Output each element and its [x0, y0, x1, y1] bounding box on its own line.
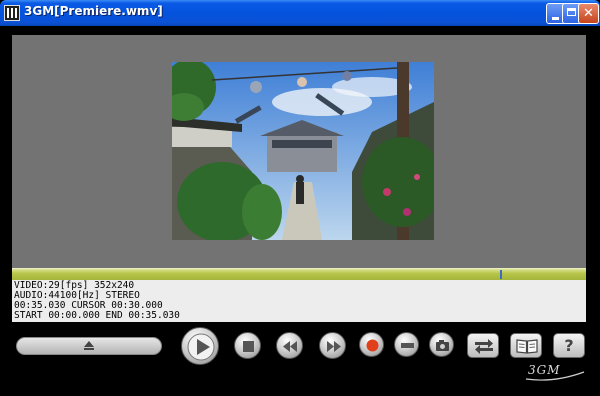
fast-forward-icon: [327, 341, 341, 352]
eject-icon[interactable]: [84, 341, 94, 350]
brand-logo: 3GM: [524, 363, 586, 383]
title-bar[interactable]: 3GM[Premiere.wmv] ✕: [0, 0, 600, 26]
rewind-button[interactable]: [276, 332, 303, 359]
manual-button[interactable]: [510, 333, 542, 358]
swap-button[interactable]: [467, 333, 499, 358]
maximize-icon: [567, 8, 576, 16]
swap-icon: [475, 339, 493, 354]
record-icon: [366, 339, 379, 352]
seek-handle[interactable]: [500, 270, 502, 279]
video-frame[interactable]: [172, 62, 434, 240]
volume-slider[interactable]: [16, 337, 162, 355]
minimize-icon: [552, 17, 559, 20]
video-picture: [172, 62, 434, 240]
play-button[interactable]: [181, 327, 219, 365]
rewind-icon: [283, 341, 297, 352]
seek-bar[interactable]: [12, 268, 586, 280]
close-button[interactable]: ✕: [578, 3, 599, 24]
play-icon: [187, 333, 215, 361]
snapshot-button[interactable]: [429, 332, 454, 357]
help-button[interactable]: ?: [553, 333, 585, 358]
snapshot-icon: [436, 340, 449, 351]
record-button[interactable]: [359, 332, 384, 357]
stop-button[interactable]: [234, 332, 261, 359]
window-title: 3GM[Premiere.wmv]: [24, 4, 163, 18]
close-icon: ✕: [583, 6, 594, 21]
book-icon: [516, 339, 538, 354]
mark-button[interactable]: [394, 332, 419, 357]
logo-text: 3GM: [528, 363, 561, 377]
info-panel: VIDEO:29[fps] 352x240 AUDIO:44100[Hz] ST…: [12, 280, 586, 322]
fast-forward-button[interactable]: [319, 332, 346, 359]
range-info: START 00:00.000 END 00:35.030: [14, 310, 180, 321]
help-icon: ?: [564, 336, 574, 355]
mark-icon: [401, 343, 414, 348]
app-icon[interactable]: [4, 5, 20, 21]
stop-icon: [243, 341, 254, 352]
player-window: 3GM[Premiere.wmv] ✕ VIDEO:29[fps] 352x24…: [0, 0, 600, 396]
